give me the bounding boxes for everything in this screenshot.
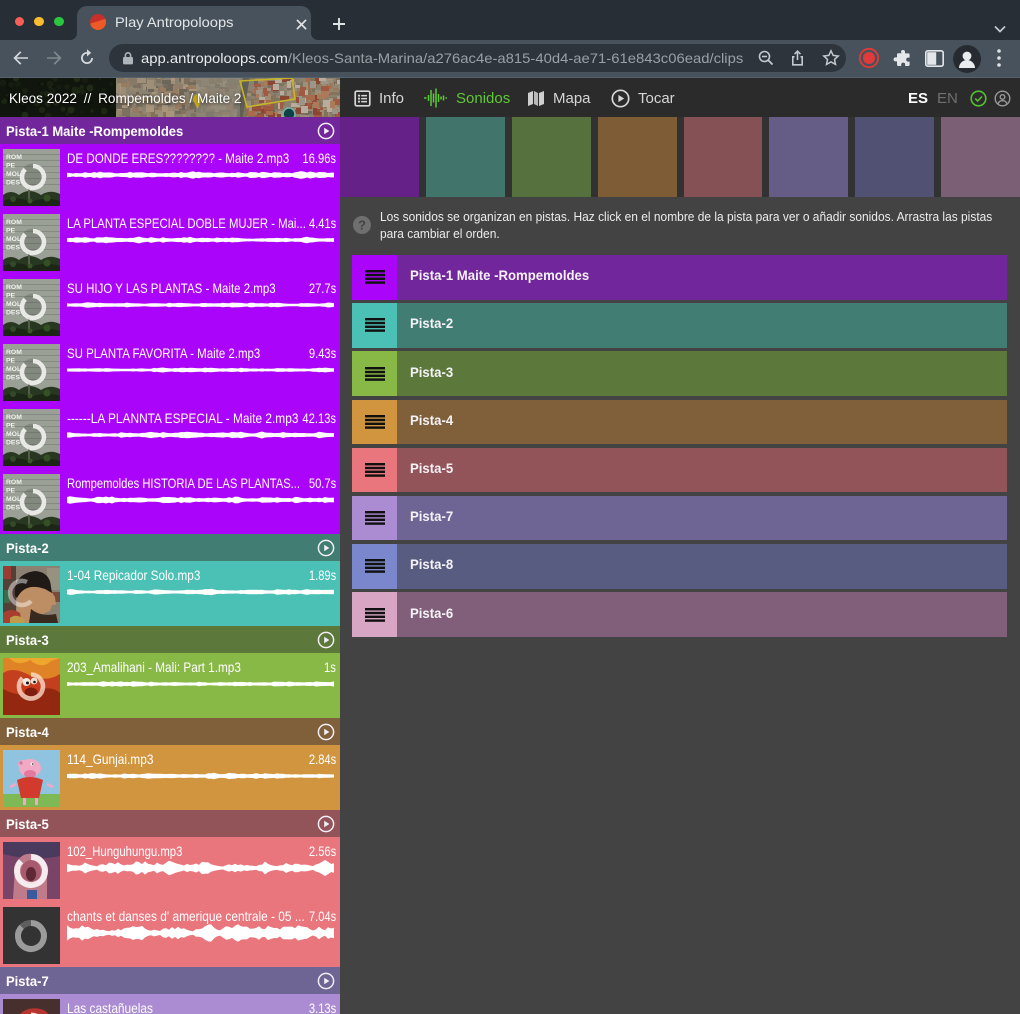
- svg-text:PE: PE: [6, 358, 16, 365]
- svg-text:PE: PE: [6, 423, 16, 430]
- svg-text:MOL: MOL: [6, 236, 21, 243]
- svg-text:ROM: ROM: [6, 154, 22, 161]
- svg-text:PE: PE: [6, 293, 16, 300]
- svg-text:ROM: ROM: [6, 284, 22, 291]
- svg-text:MOL: MOL: [6, 366, 21, 373]
- svg-text:PE: PE: [6, 163, 16, 170]
- svg-text:?: ?: [358, 217, 366, 232]
- svg-text:DES: DES: [6, 440, 20, 447]
- svg-text:DES: DES: [6, 505, 20, 512]
- svg-text:ROM: ROM: [6, 349, 22, 356]
- svg-text:PE: PE: [6, 228, 16, 235]
- svg-text:DES: DES: [6, 180, 20, 187]
- svg-text:ROM: ROM: [6, 479, 22, 486]
- svg-text:ROM: ROM: [6, 414, 22, 421]
- svg-text:MOL: MOL: [6, 431, 21, 438]
- svg-text:DES: DES: [6, 375, 20, 382]
- svg-text:DES: DES: [6, 245, 20, 252]
- svg-text:DES: DES: [6, 310, 20, 317]
- svg-text:ROM: ROM: [6, 219, 22, 226]
- svg-text:PE: PE: [6, 488, 16, 495]
- svg-text:MOL: MOL: [6, 171, 21, 178]
- svg-text:MOL: MOL: [6, 301, 21, 308]
- svg-text:MOL: MOL: [6, 496, 21, 503]
